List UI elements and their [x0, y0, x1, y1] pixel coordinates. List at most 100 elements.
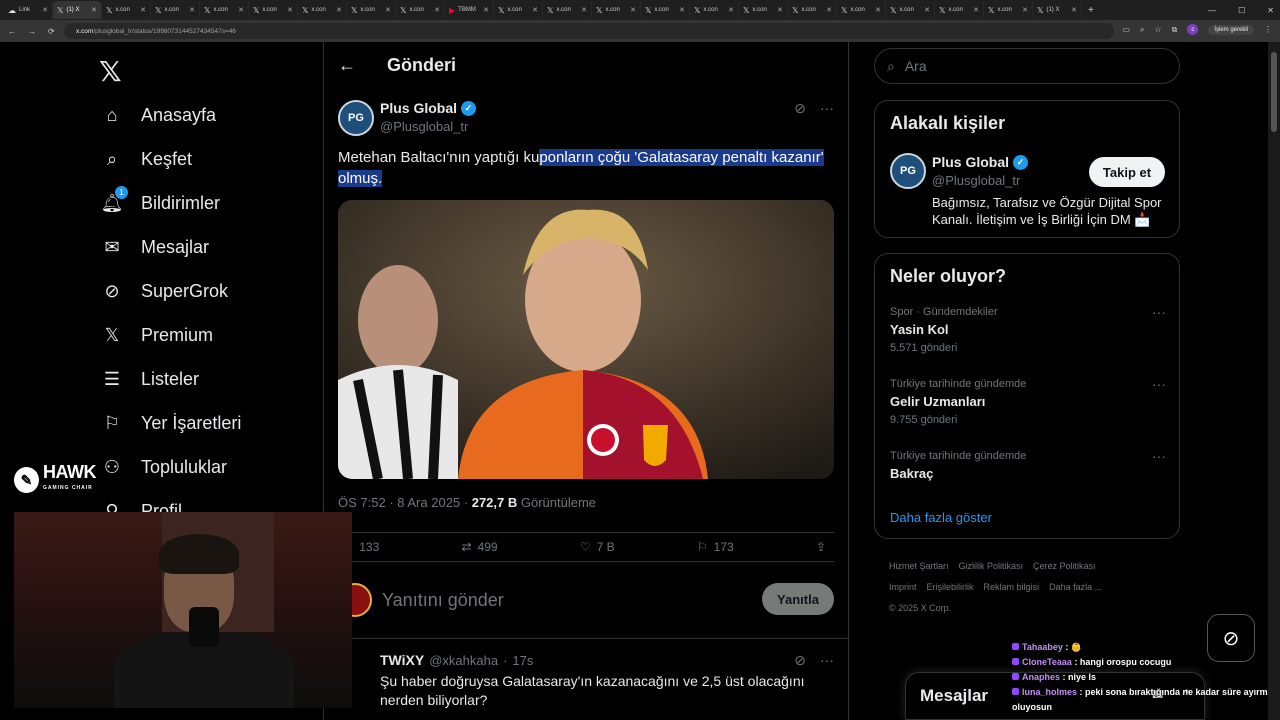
close-tab-icon[interactable]: ✕ [532, 6, 538, 14]
related-handle[interactable]: @Plusglobal_tr [932, 173, 1020, 188]
nav-item-search[interactable]: ⌕ Keşfet [100, 144, 192, 174]
footer-link[interactable]: Imprint [889, 582, 917, 592]
grok-icon[interactable]: ⊘ [794, 100, 806, 117]
related-avatar[interactable]: PG [890, 153, 926, 189]
close-tab-icon[interactable]: ✕ [826, 6, 832, 14]
close-tab-icon[interactable]: ✕ [1022, 6, 1028, 14]
bookmark-star-icon[interactable]: ☆ [1154, 25, 1161, 34]
browser-tab[interactable]: ☁ Link ✕ [4, 1, 53, 19]
reload-icon[interactable]: ⟳ [48, 27, 55, 36]
browser-tab[interactable]: 𝕏x.con ✕ [396, 1, 445, 19]
browser-tab[interactable]: 𝕏x.con ✕ [641, 1, 690, 19]
close-tab-icon[interactable]: ✕ [973, 6, 979, 14]
nav-item-x-premium[interactable]: 𝕏 Premium [100, 320, 213, 350]
trend-item[interactable]: Türkiye tarihinde gündemde Bakraç ··· [890, 448, 1166, 481]
browser-tab[interactable]: 𝕏x.con ✕ [592, 1, 641, 19]
show-more-link[interactable]: Daha fazla göster [890, 510, 992, 525]
nav-item-communities[interactable]: ⚇ Topluluklar [100, 452, 227, 482]
footer-link[interactable]: Daha fazla ... [1049, 582, 1102, 592]
browser-tab[interactable]: 𝕏 (1) X ✕ [53, 1, 102, 19]
repost-action[interactable]: ⇄ 499 [462, 540, 498, 554]
close-tab-icon[interactable]: ✕ [140, 6, 146, 14]
close-tab-icon[interactable]: ✕ [630, 6, 636, 14]
search-input[interactable]: ⌕ Ara [874, 48, 1180, 84]
trend-item[interactable]: Spor · Gündemdekiler Yasin Kol 5.571 gönde… [890, 304, 1166, 354]
author-name-row[interactable]: Plus Global ✓ [380, 100, 477, 116]
reply-author-name[interactable]: TWiXY [380, 652, 424, 668]
browser-profile-avatar[interactable]: c [1187, 24, 1199, 35]
close-window-icon[interactable]: ✕ [1267, 6, 1274, 15]
more-options-icon[interactable]: ··· [820, 652, 834, 669]
close-tab-icon[interactable]: ✕ [728, 6, 734, 14]
nav-item-home[interactable]: ⌂ Anasayfa [100, 100, 217, 130]
browser-menu-icon[interactable]: ⋮ [1264, 25, 1272, 34]
browser-tab[interactable]: 𝕏x.con ✕ [886, 1, 935, 19]
browser-tab[interactable]: 𝕏x.con ✕ [347, 1, 396, 19]
reply-author-handle[interactable]: @xkahkaha [429, 653, 498, 668]
more-options-icon[interactable]: ··· [1152, 304, 1166, 320]
close-tab-icon[interactable]: ✕ [238, 6, 244, 14]
more-options-icon[interactable]: ··· [820, 100, 834, 117]
browser-tab[interactable]: 𝕏x.con ✕ [543, 1, 592, 19]
browser-tab[interactable]: 𝕏x.con ✕ [739, 1, 788, 19]
close-tab-icon[interactable]: ✕ [336, 6, 342, 14]
close-tab-icon[interactable]: ✕ [434, 6, 440, 14]
browser-tab[interactable]: 𝕏x.con ✕ [298, 1, 347, 19]
close-tab-icon[interactable]: ✕ [91, 6, 97, 14]
more-options-icon[interactable]: ··· [1152, 376, 1166, 392]
close-tab-icon[interactable]: ✕ [483, 6, 489, 14]
close-tab-icon[interactable]: ✕ [777, 6, 783, 14]
browser-tab[interactable]: 𝕏x.con ✕ [200, 1, 249, 19]
extensions-icon[interactable]: ⧉ [1172, 25, 1178, 35]
nav-item-grok[interactable]: ⊘ SuperGrok [100, 276, 228, 306]
close-tab-icon[interactable]: ✕ [1071, 6, 1077, 14]
reply-input[interactable]: Yanıtını gönder [382, 590, 504, 611]
browser-tab[interactable]: 𝕏x.con ✕ [249, 1, 298, 19]
x-logo-icon[interactable]: 𝕏 [99, 55, 122, 88]
close-tab-icon[interactable]: ✕ [924, 6, 930, 14]
update-button[interactable]: İşlem gerekli [1208, 24, 1254, 35]
footer-link[interactable]: Gizlilik Politikası [959, 561, 1024, 571]
footer-link[interactable]: Erişilebilirlik [927, 582, 974, 592]
cast-icon[interactable]: ▭ [1122, 25, 1130, 34]
close-tab-icon[interactable]: ✕ [679, 6, 685, 14]
browser-tab[interactable]: 𝕏x.con ✕ [494, 1, 543, 19]
browser-tab[interactable]: 𝕏x.con ✕ [984, 1, 1033, 19]
follow-button[interactable]: Takip et [1089, 157, 1165, 187]
browser-tab[interactable]: 𝕏x.con ✕ [102, 1, 151, 19]
close-tab-icon[interactable]: ✕ [581, 6, 587, 14]
scroll-thumb[interactable] [1271, 52, 1277, 132]
url-field[interactable]: x.com/plusglobal_tr/status/1998073144527… [64, 23, 1114, 39]
minimize-icon[interactable]: — [1208, 6, 1216, 15]
maximize-icon[interactable]: ☐ [1238, 6, 1245, 15]
nav-item-bookmark[interactable]: ⚐ Yer İşaretleri [100, 408, 241, 438]
share-action[interactable]: ⇪ [816, 540, 826, 554]
close-tab-icon[interactable]: ✕ [385, 6, 391, 14]
nav-item-mail[interactable]: ✉ Mesajlar [100, 232, 209, 262]
browser-tab[interactable]: 𝕏 (1) X ✕ [1033, 1, 1082, 19]
back-arrow-icon[interactable]: ← [338, 55, 356, 76]
browser-tab[interactable]: 𝕏x.con ✕ [788, 1, 837, 19]
bookmark-action[interactable]: ⚐ 173 [697, 540, 734, 554]
browser-tab[interactable]: ▶ TBMM ✕ [445, 1, 494, 19]
back-nav-icon[interactable]: ← [8, 27, 16, 36]
more-options-icon[interactable]: ··· [1152, 448, 1166, 464]
footer-link[interactable]: Reklam bilgisi [984, 582, 1040, 592]
close-tab-icon[interactable]: ✕ [189, 6, 195, 14]
browser-tab[interactable]: 𝕏x.con ✕ [935, 1, 984, 19]
page-scrollbar[interactable] [1268, 42, 1280, 720]
related-name-row[interactable]: Plus Global ✓ [932, 154, 1029, 170]
browser-tab[interactable]: 𝕏x.con ✕ [151, 1, 200, 19]
browser-tab[interactable]: 𝕏x.con ✕ [837, 1, 886, 19]
new-tab-icon[interactable]: + [1088, 5, 1094, 16]
nav-item-bell[interactable]: 🔔︎ 1 Bildirimler [100, 186, 220, 218]
close-tab-icon[interactable]: ✕ [287, 6, 293, 14]
close-tab-icon[interactable]: ✕ [42, 6, 48, 14]
close-tab-icon[interactable]: ✕ [875, 6, 881, 14]
browser-tab[interactable]: 𝕏x.con ✕ [690, 1, 739, 19]
reply-tweet[interactable]: TWiXY @xkahkaha · 17s Şu haber doğruysa … [380, 652, 840, 710]
forward-nav-icon[interactable]: → [28, 27, 36, 36]
author-handle[interactable]: @Plusglobal_tr [380, 119, 468, 134]
footer-link[interactable]: Hizmet Şartları [889, 561, 949, 571]
grok-icon[interactable]: ⊘ [794, 652, 806, 669]
